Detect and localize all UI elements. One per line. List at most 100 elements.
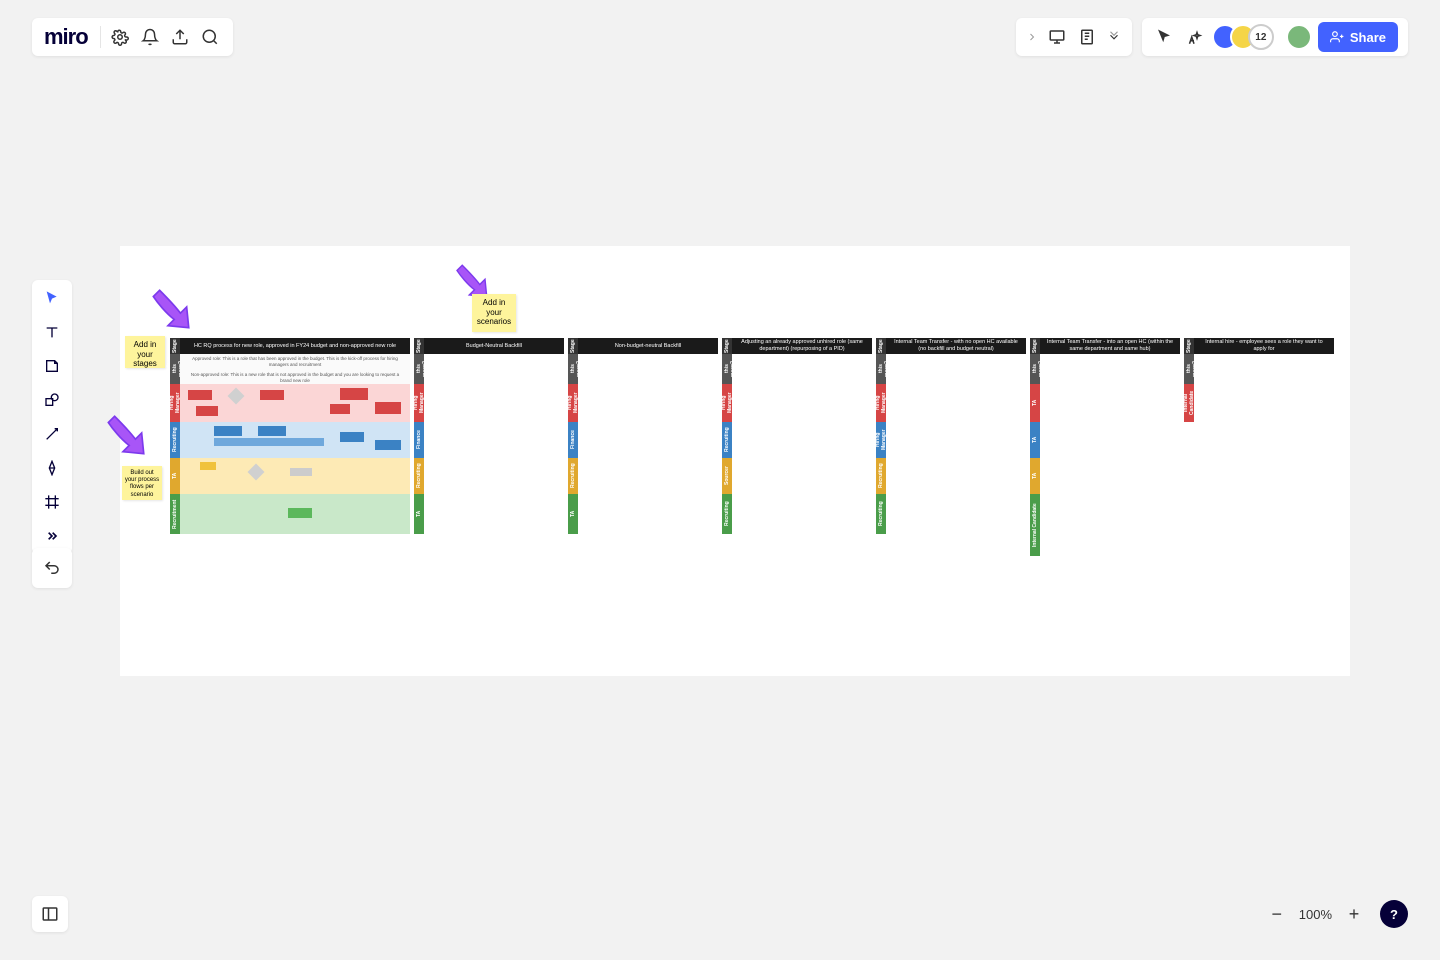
- vtab-what: What does this mean?: [1030, 354, 1040, 384]
- flow-node[interactable]: [214, 426, 242, 436]
- arrow-icon-3: [100, 410, 150, 460]
- frame-tool-icon[interactable]: [38, 492, 66, 512]
- chevron-right-icon[interactable]: [1022, 22, 1042, 52]
- vtab-alt2: Sourcer: [722, 458, 732, 494]
- flow-node[interactable]: [340, 388, 368, 400]
- swimlane-col-0[interactable]: Stage What does this mean? Hiring Manage…: [170, 338, 410, 534]
- flow-node[interactable]: [214, 438, 324, 446]
- row-green-0[interactable]: [180, 494, 410, 534]
- vtab-stage: Stage: [722, 338, 732, 354]
- flow-node[interactable]: [288, 508, 312, 518]
- vtab-r3: Recruiting: [876, 458, 886, 494]
- row-red-0[interactable]: [180, 384, 410, 422]
- row-blue-0[interactable]: [180, 422, 410, 458]
- present-icon[interactable]: [1042, 22, 1072, 52]
- topbar-right: 12 Share: [1016, 18, 1408, 56]
- present-group: [1016, 18, 1132, 56]
- sticky-scenarios[interactable]: Add in your scenarios: [472, 294, 516, 332]
- flow-node[interactable]: [258, 426, 286, 436]
- vtab-what: What does this mean?: [414, 354, 424, 384]
- vtab-r4: Recruiting: [876, 494, 886, 534]
- vtab-ext: Internal Candidate: [1184, 384, 1194, 422]
- vtab-alt1: Finance: [414, 422, 424, 458]
- search-icon[interactable]: [195, 22, 225, 52]
- reactions-icon[interactable]: [1182, 22, 1206, 52]
- zoom-out-button[interactable]: −: [1263, 900, 1291, 928]
- lane-header-4: Internal Team Transfer - with no open HC…: [886, 338, 1026, 354]
- zoom-controls: − 100% + ?: [1263, 896, 1408, 932]
- swimlane-col-5[interactable]: Stage What does this mean? TA TA TA Inte…: [1030, 338, 1180, 556]
- vtab-r2: Recruiting: [722, 422, 732, 458]
- vtab-r1: Hiring Manager: [170, 384, 180, 422]
- vtab-r2: Recruiting: [414, 458, 424, 494]
- notes-icon[interactable]: [1072, 22, 1102, 52]
- swimlane-col-6[interactable]: Stage What does this mean? Internal Cand…: [1184, 338, 1334, 422]
- board-canvas[interactable]: Add in your stages Add in your scenarios…: [120, 246, 1350, 676]
- vtab-stage: Stage: [876, 338, 886, 354]
- vtab-alt1: Finance: [568, 422, 578, 458]
- vtab-r2: Recruiting: [568, 458, 578, 494]
- bell-icon[interactable]: [135, 22, 165, 52]
- miro-logo[interactable]: miro: [40, 24, 96, 50]
- panel-toggle-icon[interactable]: [32, 896, 68, 932]
- avatar-count[interactable]: 12: [1248, 24, 1274, 50]
- lane-header-5: Internal Team Transfer - into an open HC…: [1040, 338, 1180, 354]
- desc-line-1: Approved role: This is a role that has b…: [180, 354, 410, 370]
- lane-header-6: Internal hire - employee sees a role the…: [1194, 338, 1334, 354]
- swimlane-col-2[interactable]: Stage What does this mean? Hiring Manage…: [568, 338, 718, 534]
- flow-node[interactable]: [260, 390, 284, 400]
- vtab-r3: TA: [170, 458, 180, 494]
- zoom-in-button[interactable]: +: [1340, 900, 1368, 928]
- swimlane-col-4[interactable]: Stage What does this mean? Hiring Manage…: [876, 338, 1026, 534]
- cursor-icon[interactable]: [1152, 22, 1176, 52]
- shapes-tool-icon[interactable]: [38, 390, 66, 410]
- more-chevrons-icon[interactable]: [1102, 22, 1126, 52]
- vtab-stage: Stage: [170, 338, 180, 354]
- swimlane-col-1[interactable]: Stage What does this mean? Hiring Manage…: [414, 338, 564, 534]
- row-yellow-0[interactable]: [180, 458, 410, 494]
- undo-button[interactable]: [32, 548, 72, 588]
- avatars[interactable]: 12: [1212, 24, 1274, 50]
- vtab-ext: Internal Candidate: [1030, 494, 1040, 556]
- flow-node[interactable]: [340, 432, 364, 442]
- vtab-r4: Recruitment: [170, 494, 180, 534]
- flow-decision[interactable]: [248, 464, 265, 481]
- connector-tool-icon[interactable]: [38, 424, 66, 444]
- vtab-r2: Hiring Manager: [876, 422, 886, 458]
- vtab-r3: TA: [568, 494, 578, 534]
- zoom-level[interactable]: 100%: [1295, 907, 1336, 922]
- flow-node[interactable]: [196, 406, 218, 416]
- flow-node[interactable]: [375, 402, 401, 414]
- help-button[interactable]: ?: [1380, 900, 1408, 928]
- swimlane-col-3[interactable]: Stage What does this mean? Hiring Manage…: [722, 338, 872, 534]
- flow-node[interactable]: [330, 404, 350, 414]
- vtab-r2: TA: [1030, 422, 1040, 458]
- vtab-r1: Hiring Manager: [876, 384, 886, 422]
- pen-tool-icon[interactable]: [38, 458, 66, 478]
- vtab-r1: Hiring Manager: [722, 384, 732, 422]
- export-icon[interactable]: [165, 22, 195, 52]
- collab-group: 12 Share: [1142, 18, 1408, 56]
- lane-desc-0: Approved role: This is a role that has b…: [180, 354, 410, 384]
- sticky-stages[interactable]: Add in your stages: [125, 336, 165, 368]
- flow-decision[interactable]: [228, 388, 245, 405]
- side-toolbar: [32, 280, 72, 554]
- vtab-r3: TA: [414, 494, 424, 534]
- vtab-what: What does this mean?: [568, 354, 578, 384]
- settings-icon[interactable]: [105, 22, 135, 52]
- flow-node[interactable]: [200, 462, 216, 470]
- vtab-stage: Stage: [414, 338, 424, 354]
- share-label: Share: [1350, 30, 1386, 45]
- avatar-me[interactable]: [1286, 24, 1312, 50]
- vtab-r4: Recruiting: [722, 494, 732, 534]
- sticky-build[interactable]: Build out your process flows per scenari…: [122, 466, 162, 500]
- flow-node[interactable]: [188, 390, 212, 400]
- share-button[interactable]: Share: [1318, 22, 1398, 52]
- text-tool-icon[interactable]: [38, 322, 66, 342]
- sticky-tool-icon[interactable]: [38, 356, 66, 376]
- flow-node[interactable]: [375, 440, 401, 450]
- more-tools-icon[interactable]: [38, 526, 66, 546]
- select-tool-icon[interactable]: [38, 288, 66, 308]
- lane-header-3: Adjusting an already approved unhired ro…: [732, 338, 872, 354]
- flow-node[interactable]: [290, 468, 312, 476]
